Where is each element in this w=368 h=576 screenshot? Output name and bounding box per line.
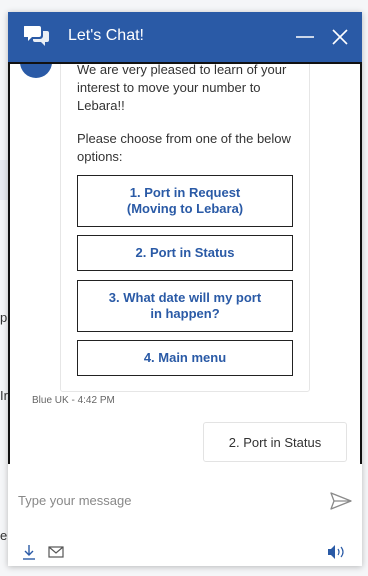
chat-header: Let's Chat!: [8, 12, 362, 62]
background-text-fragment: e: [0, 528, 8, 543]
bot-message-line: interest to move your number to: [77, 80, 261, 95]
message-input[interactable]: [16, 488, 320, 512]
download-icon[interactable]: [22, 544, 36, 560]
chat-transcript[interactable]: We are very pleased to learn of your int…: [8, 62, 362, 466]
option-port-date-button[interactable]: 3. What date will my port in happen?: [77, 280, 293, 332]
speaker-icon[interactable]: [326, 544, 346, 560]
bot-message-text: We are very pleased to learn of your int…: [77, 62, 299, 115]
user-message-bubble: 2. Port in Status: [203, 422, 347, 462]
chat-bubbles-icon: [24, 26, 49, 46]
option-port-in-request-button[interactable]: 1. Port in Request (Moving to Lebara): [77, 175, 293, 227]
user-message-text: 2. Port in Status: [228, 434, 322, 450]
chat-title: Let's Chat!: [68, 27, 144, 44]
bot-prompt-line: Please choose from one of the below: [77, 131, 291, 146]
bot-prompt-line: options:: [77, 149, 123, 164]
chat-widget: Let's Chat! We are very pleased to learn…: [8, 12, 362, 566]
option-label: in happen?: [150, 306, 220, 321]
option-label: 1. Port in Request: [129, 185, 241, 200]
bot-avatar: [20, 64, 52, 78]
background-text-fragment: Ir: [0, 388, 8, 403]
background-text-fragment: p: [0, 310, 8, 325]
option-main-menu-button[interactable]: 4. Main menu: [77, 340, 293, 376]
option-label: (Moving to Lebara): [126, 201, 244, 216]
bot-message-bubble: We are very pleased to learn of your int…: [60, 62, 310, 392]
close-icon[interactable]: [329, 26, 351, 48]
option-label: 2. Port in Status: [135, 245, 235, 260]
bot-prompt-text: Please choose from one of the below opti…: [77, 130, 299, 166]
option-label: 3. What date will my port: [108, 290, 262, 305]
email-icon[interactable]: [48, 546, 64, 558]
minimize-icon[interactable]: [294, 24, 316, 50]
bot-message-line: Lebara!!: [77, 98, 125, 113]
send-icon[interactable]: [330, 492, 352, 510]
message-meta: Blue UK - 4:42 PM: [32, 395, 115, 406]
composer: [8, 464, 362, 566]
option-port-in-status-button[interactable]: 2. Port in Status: [77, 235, 293, 271]
option-label: 4. Main menu: [143, 350, 227, 365]
bot-message-line: We are very pleased to learn of your: [77, 62, 287, 77]
